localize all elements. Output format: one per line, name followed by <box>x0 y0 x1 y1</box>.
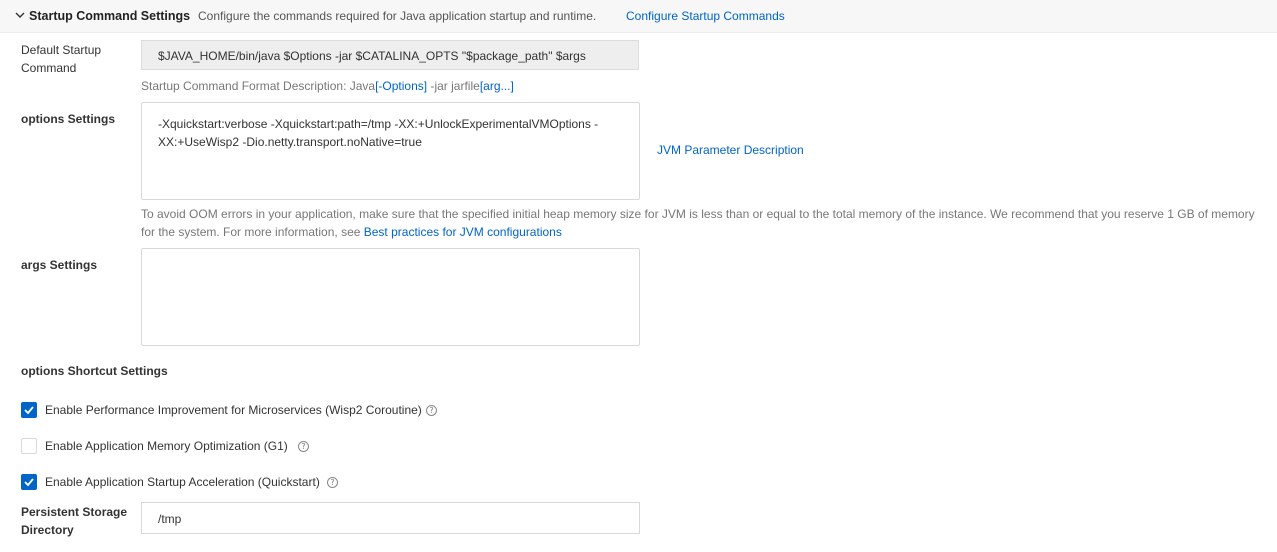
default-command-label-line2: Command <box>21 61 77 75</box>
help-icon[interactable]: ? <box>327 477 338 488</box>
default-command-label-line1: Default Startup <box>21 43 102 57</box>
default-command-label: Default Startup Command <box>21 41 136 77</box>
format-options-link[interactable]: [-Options] <box>375 79 427 93</box>
help-icon[interactable]: ? <box>298 441 309 452</box>
options-value-line2: XX:+UseWisp2 -Dio.netty.transport.noNati… <box>158 135 422 149</box>
wisp2-checkbox[interactable] <box>21 402 37 418</box>
args-textarea[interactable] <box>141 248 640 346</box>
section-description: Configure the commands required for Java… <box>198 9 597 23</box>
default-command-field: $JAVA_HOME/bin/java $Options -jar $CATAL… <box>141 40 639 70</box>
storage-label-line1: Persistent Storage <box>21 505 128 519</box>
oom-line2-prefix: for the system. For more information, se… <box>141 225 364 239</box>
jvm-best-practices-link[interactable]: Best practices for JVM configurations <box>364 225 562 239</box>
format-middle: -jar jarfile <box>427 79 480 93</box>
jvm-parameter-description-link[interactable]: JVM Parameter Description <box>657 142 804 158</box>
options-value-line1: -Xquickstart:verbose -Xquickstart:path=/… <box>158 117 599 131</box>
g1-checkbox[interactable] <box>21 438 37 454</box>
options-shortcut-settings-title: options Shortcut Settings <box>21 364 168 378</box>
options-textarea[interactable]: -Xquickstart:verbose -Xquickstart:path=/… <box>141 102 640 200</box>
oom-help-text: To avoid OOM errors in your application,… <box>141 205 1271 241</box>
oom-line1: To avoid OOM errors in your application,… <box>141 207 1255 221</box>
format-args-link[interactable]: [arg...] <box>480 79 514 93</box>
wisp2-checkbox-label[interactable]: Enable Performance Improvement for Micro… <box>45 402 422 418</box>
checkmark-icon <box>24 478 34 487</box>
checkmark-icon <box>24 406 34 415</box>
quickstart-checkbox-label[interactable]: Enable Application Startup Acceleration … <box>45 474 320 490</box>
oom-line2: for the system. For more information, se… <box>141 223 1271 241</box>
configure-startup-commands-link[interactable]: Configure Startup Commands <box>626 9 785 24</box>
storage-label-line2: Directory <box>21 523 74 537</box>
options-settings-label: options Settings <box>21 112 115 126</box>
help-icon[interactable]: ? <box>426 405 437 416</box>
quickstart-checkbox[interactable] <box>21 474 37 490</box>
args-settings-label: args Settings <box>21 258 98 272</box>
g1-checkbox-label[interactable]: Enable Application Memory Optimization (… <box>45 438 288 454</box>
storage-directory-label: Persistent Storage Directory <box>21 503 136 539</box>
section-title[interactable]: Startup Command Settings <box>29 8 190 24</box>
command-format-description: Startup Command Format Description: Java… <box>141 77 514 95</box>
format-prefix: Startup Command Format Description: Java <box>141 79 376 93</box>
storage-directory-input[interactable]: /tmp <box>141 502 640 534</box>
chevron-down-icon[interactable] <box>13 8 27 22</box>
